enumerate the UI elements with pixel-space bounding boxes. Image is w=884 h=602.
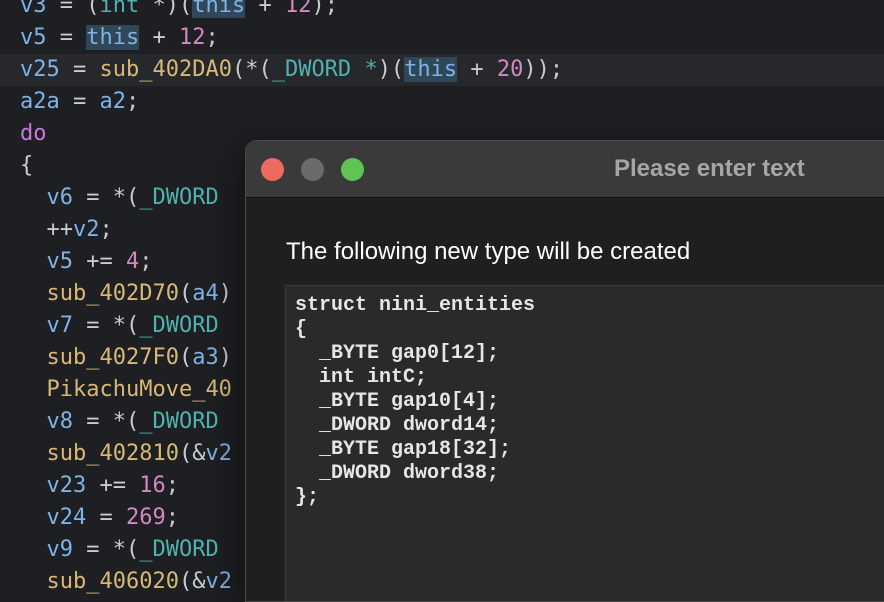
code-token: +: [139, 25, 179, 50]
code-token: ;: [99, 217, 113, 242]
code-token: _DWORD: [271, 57, 352, 82]
code-token: a4: [192, 281, 219, 306]
code-token: ;: [205, 25, 219, 50]
code-token: )(: [377, 57, 405, 82]
code-token: a2a: [20, 89, 60, 114]
code-token: a2: [99, 89, 127, 114]
code-token: v8: [46, 409, 74, 434]
code-token: 16: [139, 473, 166, 498]
code-token: 20: [496, 57, 524, 82]
code-token: +: [245, 0, 285, 18]
code-token: (: [86, 0, 100, 18]
code-token: 269: [126, 505, 166, 530]
close-window-button[interactable]: [261, 158, 284, 181]
dialog-message: The following new type will be created: [286, 238, 691, 265]
code-token: =: [59, 89, 100, 114]
code-line[interactable]: a2a = a2;: [0, 86, 884, 118]
code-token: _DWORD: [139, 185, 219, 210]
code-token: *)(: [139, 0, 193, 18]
code-token: this: [404, 57, 458, 82]
code-line[interactable]: v25 = sub_402DA0(*(_DWORD *)(this + 20))…: [0, 54, 884, 86]
code-token: v2: [205, 441, 232, 466]
code-token: =: [46, 0, 87, 18]
code-token: _DWORD: [139, 409, 219, 434]
code-token: (: [178, 345, 193, 370]
code-token: *: [364, 57, 378, 82]
code-token: ;: [165, 505, 179, 530]
code-token: (*(: [231, 57, 272, 82]
code-token: v5: [20, 25, 47, 50]
code-token: sub_402D70: [46, 281, 179, 306]
code-line[interactable]: v5 = this + 12;: [0, 22, 884, 54]
code-token: v3: [20, 0, 47, 18]
code-line[interactable]: v3 = (int *)(this + 12);: [0, 0, 884, 22]
code-token: 4: [125, 249, 140, 274]
code-token: PikachuMove_40: [46, 377, 232, 402]
dialog-titlebar[interactable]: Please enter text: [246, 141, 884, 198]
code-token: (: [178, 281, 193, 306]
code-token: do: [20, 121, 47, 146]
code-token: this: [192, 0, 246, 18]
code-token: +=: [73, 249, 126, 274]
code-token: ): [218, 345, 232, 370]
code-token: (&: [178, 441, 206, 466]
code-token: = *(: [73, 409, 140, 434]
code-token: = *(: [73, 537, 140, 562]
code-token: ;: [139, 249, 153, 274]
dialog-title: Please enter text: [614, 155, 805, 182]
code-token: sub_402DA0: [99, 57, 232, 82]
code-token: 12: [284, 0, 312, 18]
code-token: ): [218, 281, 232, 306]
code-token: {: [20, 153, 34, 178]
code-token: this: [86, 25, 140, 50]
code-token: =: [59, 57, 100, 82]
code-token: =: [86, 505, 126, 530]
code-token: = *(: [73, 313, 140, 338]
code-token: v24: [46, 505, 87, 530]
code-token: v9: [46, 537, 74, 562]
code-token: _DWORD: [139, 313, 219, 338]
code-token: int: [99, 0, 140, 18]
struct-definition-textarea[interactable]: struct nini_entities { _BYTE gap0[12]; i…: [285, 285, 884, 601]
code-token: v6: [46, 185, 74, 210]
code-token: = *(: [73, 185, 140, 210]
code-token: v2: [73, 217, 100, 242]
code-token: ));: [523, 57, 564, 82]
code-token: v5: [46, 249, 74, 274]
code-token: v23: [46, 473, 87, 498]
code-token: _DWORD: [139, 537, 219, 562]
code-token: +: [457, 57, 497, 82]
code-token: ;: [165, 473, 179, 498]
code-token: 12: [178, 25, 206, 50]
code-token: sub_402810: [46, 441, 179, 466]
code-token: v25: [20, 57, 60, 82]
code-token: v7: [46, 313, 74, 338]
enter-text-dialog: Please enter text The following new type…: [245, 140, 884, 602]
code-token: =: [46, 25, 87, 50]
code-token: a3: [192, 345, 219, 370]
code-token: );: [311, 0, 338, 18]
minimize-window-button[interactable]: [301, 158, 324, 181]
struct-definition-text[interactable]: struct nini_entities { _BYTE gap0[12]; i…: [295, 294, 535, 510]
code-token: +=: [86, 473, 140, 498]
code-token: ++: [46, 217, 74, 242]
code-token: sub_4027F0: [46, 345, 179, 370]
code-token: ;: [126, 89, 140, 114]
zoom-window-button[interactable]: [341, 158, 364, 181]
